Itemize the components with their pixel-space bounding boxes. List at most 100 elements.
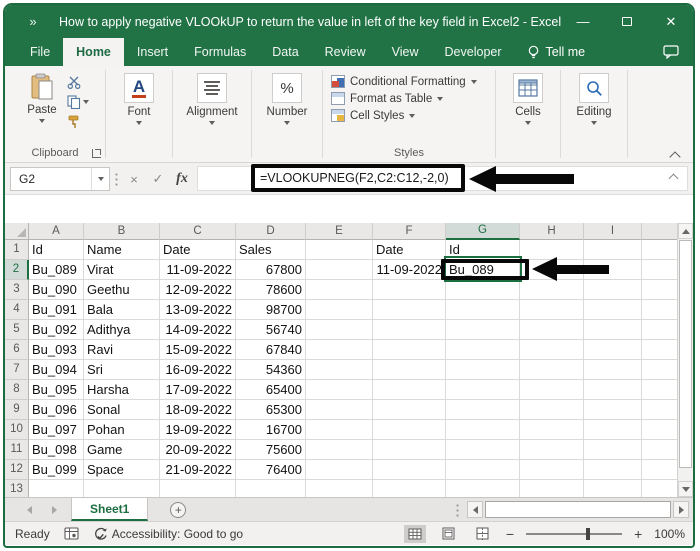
cell-C9[interactable]: 18-09-2022 [160, 400, 236, 420]
cell-B7[interactable]: Sri [84, 360, 160, 380]
copy-button[interactable] [67, 95, 89, 109]
cell-B9[interactable]: Sonal [84, 400, 160, 420]
cell-E7[interactable] [306, 360, 373, 380]
cell-C1[interactable]: Date [160, 240, 236, 260]
cell-E5[interactable] [306, 320, 373, 340]
cell-E11[interactable] [306, 440, 373, 460]
cell-H6[interactable] [520, 340, 584, 360]
row-header-8[interactable]: 8 [5, 380, 29, 400]
row-header-4[interactable]: 4 [5, 300, 29, 320]
cell-A12[interactable]: Bu_099 [29, 460, 84, 480]
cell-D8[interactable]: 65400 [236, 380, 306, 400]
scroll-up-button[interactable] [678, 223, 693, 239]
cell-H10[interactable] [520, 420, 584, 440]
sheet-tab-sheet1[interactable]: Sheet1 [71, 498, 148, 521]
cell-I3[interactable] [584, 280, 642, 300]
column-header-H[interactable]: H [520, 223, 584, 240]
zoom-slider[interactable] [526, 533, 622, 535]
alignment-button[interactable]: Alignment [177, 73, 247, 162]
cell-D1[interactable]: Sales [236, 240, 306, 260]
column-header-E[interactable]: E [306, 223, 373, 240]
cell-D12[interactable]: 76400 [236, 460, 306, 480]
zoom-in-button[interactable]: + [634, 526, 642, 542]
name-box-dropdown[interactable] [91, 168, 109, 190]
cell-E8[interactable] [306, 380, 373, 400]
column-header-D[interactable]: D [236, 223, 306, 240]
previous-sheet-icon[interactable] [27, 506, 32, 514]
cell-B1[interactable]: Name [84, 240, 160, 260]
format-as-table-button[interactable]: Format as Table [331, 92, 477, 105]
cell-D6[interactable]: 67840 [236, 340, 306, 360]
cell-F7[interactable] [373, 360, 446, 380]
column-header-G[interactable]: G [446, 223, 520, 240]
cell-C7[interactable]: 16-09-2022 [160, 360, 236, 380]
cell-F1[interactable]: Date [373, 240, 446, 260]
collapse-ribbon-icon[interactable] [671, 151, 681, 158]
close-button[interactable]: ✕ [649, 5, 693, 38]
cell-D7[interactable]: 54360 [236, 360, 306, 380]
cell-H8[interactable] [520, 380, 584, 400]
page-layout-view-button[interactable] [438, 525, 460, 543]
cell-G11[interactable] [446, 440, 520, 460]
cell-E12[interactable] [306, 460, 373, 480]
scroll-down-button[interactable] [678, 481, 693, 497]
cell-E4[interactable] [306, 300, 373, 320]
tab-file[interactable]: File [17, 38, 63, 66]
cell-B3[interactable]: Geethu [84, 280, 160, 300]
row-header-3[interactable]: 3 [5, 280, 29, 300]
cancel-button[interactable]: × [123, 168, 145, 190]
name-box[interactable]: G2 [10, 167, 110, 191]
enter-button[interactable]: ✓ [147, 168, 169, 190]
cell-E3[interactable] [306, 280, 373, 300]
cell-H13[interactable] [520, 480, 584, 497]
cell-C3[interactable]: 12-09-2022 [160, 280, 236, 300]
cell-F12[interactable] [373, 460, 446, 480]
number-button[interactable]: % Number [259, 73, 315, 162]
cell-A1[interactable]: Id [29, 240, 84, 260]
cell-B11[interactable]: Game [84, 440, 160, 460]
row-header-7[interactable]: 7 [5, 360, 29, 380]
font-button[interactable]: A Font [111, 73, 167, 162]
row-header-12[interactable]: 12 [5, 460, 29, 480]
normal-view-button[interactable] [404, 525, 426, 543]
cell-C4[interactable]: 13-09-2022 [160, 300, 236, 320]
cell-I11[interactable] [584, 440, 642, 460]
row-header-6[interactable]: 6 [5, 340, 29, 360]
cell-D13[interactable] [236, 480, 306, 497]
tell-me-box[interactable]: Tell me [515, 38, 598, 66]
cell-H7[interactable] [520, 360, 584, 380]
cell-I9[interactable] [584, 400, 642, 420]
cell-E2[interactable] [306, 260, 373, 280]
cell-C2[interactable]: 11-09-2022 [160, 260, 236, 280]
cell-A3[interactable]: Bu_090 [29, 280, 84, 300]
cell-E13[interactable] [306, 480, 373, 497]
row-header-5[interactable]: 5 [5, 320, 29, 340]
zoom-level[interactable]: 100% [654, 527, 685, 541]
column-header-F[interactable]: F [373, 223, 446, 240]
cell-A2[interactable]: Bu_089 [29, 260, 84, 280]
row-header-1[interactable]: 1 [5, 240, 29, 260]
cell-E9[interactable] [306, 400, 373, 420]
cell-C6[interactable]: 15-09-2022 [160, 340, 236, 360]
cell-I12[interactable] [584, 460, 642, 480]
cell-H11[interactable] [520, 440, 584, 460]
conditional-formatting-button[interactable]: Conditional Formatting [331, 75, 477, 88]
cell-F9[interactable] [373, 400, 446, 420]
expand-formula-bar-icon[interactable] [670, 174, 679, 180]
cell-B13[interactable] [84, 480, 160, 497]
cell-D9[interactable]: 65300 [236, 400, 306, 420]
zoom-out-button[interactable]: − [506, 526, 514, 542]
cell-D11[interactable]: 75600 [236, 440, 306, 460]
cell-A4[interactable]: Bu_091 [29, 300, 84, 320]
maximize-button[interactable] [605, 5, 649, 38]
cell-C13[interactable] [160, 480, 236, 497]
cell-G9[interactable] [446, 400, 520, 420]
quick-access-toolbar-icon[interactable]: » [5, 14, 59, 29]
cell-H5[interactable] [520, 320, 584, 340]
cell-F6[interactable] [373, 340, 446, 360]
tab-data[interactable]: Data [259, 38, 311, 66]
row-header-2[interactable]: 2 [5, 260, 29, 280]
tab-review[interactable]: Review [312, 38, 379, 66]
cell-A10[interactable]: Bu_097 [29, 420, 84, 440]
vertical-scrollbar-thumb[interactable] [679, 240, 692, 468]
